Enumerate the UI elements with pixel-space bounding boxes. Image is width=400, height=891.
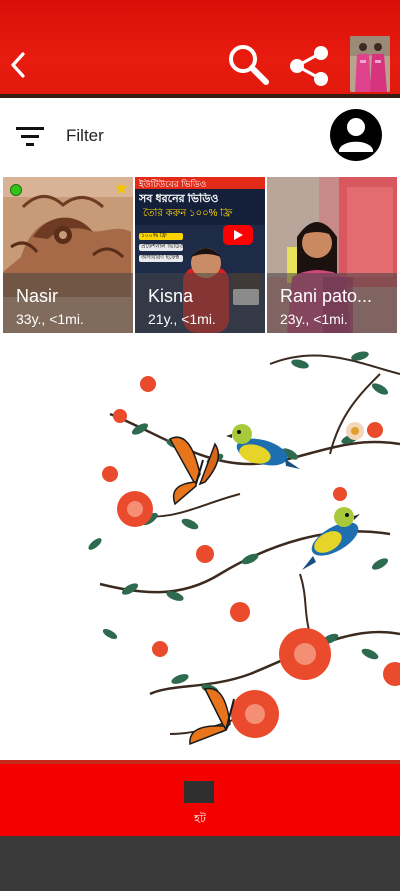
banner-bullet: ১০০% ফ্রি: [141, 233, 167, 239]
banner-line-2: সব ধরনের ভিডিও: [139, 193, 219, 205]
profile-name: Nasir: [16, 286, 59, 306]
profile-meta: 33y., <1mi.: [16, 311, 84, 327]
account-button[interactable]: [329, 108, 383, 162]
banner-line-3: তৈরি করুন ১০০% ফ্রি: [143, 208, 233, 219]
hot-tab-button[interactable]: হট: [160, 778, 240, 830]
profile-grid: ★ Nasir 33y., <1mi. ইউটিউবের ভিডিও সব ধর…: [0, 174, 400, 334]
profile-meta: 21y., <1mi.: [148, 311, 216, 327]
profile-photo-image: [350, 36, 390, 92]
filter-button[interactable]: Filter: [10, 118, 140, 154]
search-icon: [229, 45, 269, 85]
profile-tile[interactable]: Rani pato... 23y., <1mi.: [267, 177, 397, 333]
profile-meta: 23y., <1mi.: [280, 311, 348, 327]
profile-name: Rani pato...: [280, 286, 373, 306]
butterfly-top: [168, 436, 220, 506]
filter-lines-icon: [16, 127, 44, 146]
star-icon: ★: [113, 179, 129, 198]
profile-name: Kisna: [148, 286, 194, 306]
avatar[interactable]: [350, 36, 390, 92]
profile-tile[interactable]: ইউটিউবের ভিডিও সব ধরনের ভিডিও তৈরি করুন …: [135, 177, 265, 333]
butterfly-bottom: [189, 687, 235, 746]
filter-row: Filter: [0, 98, 400, 174]
account-circle-icon: [330, 109, 382, 161]
filter-label: Filter: [66, 126, 104, 145]
birds-flowers-illustration: [88, 351, 400, 746]
system-nav-bar: [0, 836, 400, 891]
app-bar: [0, 0, 400, 96]
bird-lower: [302, 507, 360, 570]
share-button[interactable]: [287, 44, 333, 88]
app-screen: { "header": { "back_icon": "chevron-left…: [0, 0, 400, 891]
back-button[interactable]: [2, 45, 34, 85]
hot-tab-icon: [184, 781, 214, 803]
share-icon: [290, 46, 328, 86]
banner-bullet: অসাধারণ ইফেক্ট: [141, 255, 180, 261]
banner-line-1: ইউটিউবের ভিডিও: [139, 179, 207, 189]
bottom-bar: হট: [0, 760, 400, 836]
chevron-left-icon: [11, 52, 25, 78]
search-button[interactable]: [226, 42, 272, 88]
online-status-dot: [10, 184, 22, 196]
banner-bullet: প্রফেশনাল ভিডিও: [141, 244, 185, 250]
hot-tab-label: হট: [194, 813, 206, 825]
floral-wallpaper: [0, 334, 400, 760]
profile-tile[interactable]: ★ Nasir 33y., <1mi.: [3, 177, 133, 333]
